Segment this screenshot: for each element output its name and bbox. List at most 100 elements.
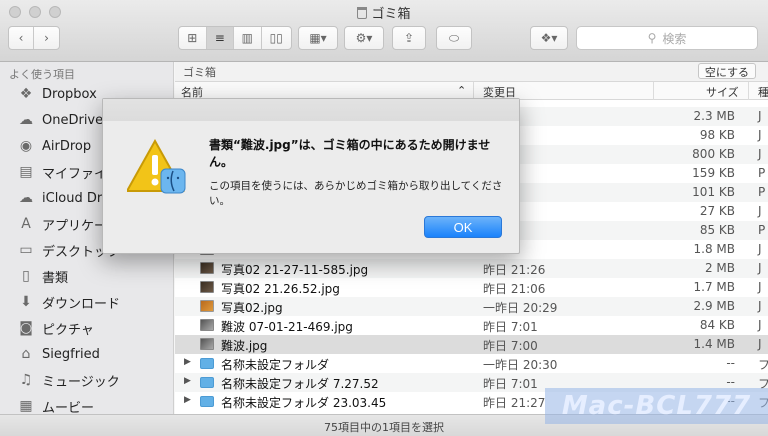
share-icon: ⇪: [403, 31, 415, 45]
documents-icon: ▯: [22, 268, 30, 284]
file-date: 昨日 21:06: [483, 282, 546, 296]
file-date: 昨日 21:27: [483, 396, 546, 410]
file-kind: J: [758, 204, 762, 218]
share-button[interactable]: ⇪: [392, 26, 426, 50]
file-size: 27 KB: [699, 204, 735, 218]
file-kind: J: [758, 109, 762, 123]
sidebar-item-label: ミュージック: [42, 374, 120, 390]
file-kind: J: [758, 261, 762, 275]
downloads-icon: ⬇: [20, 294, 32, 310]
table-row[interactable]: 写真02 21-27-11-585.jpg 昨日 21:26 2 MB J: [175, 259, 768, 278]
music-icon: ♫: [19, 372, 33, 388]
table-row[interactable]: 難波.jpg 昨日 7:00 1.4 MB J: [175, 335, 768, 354]
sidebar-item-label: ピクチャ: [42, 322, 94, 338]
all-files-icon: ▤: [19, 164, 33, 180]
file-kind: J: [758, 147, 762, 161]
file-date: 昨日 7:00: [483, 339, 538, 353]
grid-icon: ⊞: [187, 31, 198, 45]
column-divider[interactable]: [748, 82, 749, 100]
column-view-button[interactable]: ▥: [234, 27, 262, 49]
forward-button[interactable]: ›: [34, 27, 59, 49]
file-size: 2.3 MB: [693, 109, 735, 123]
sidebar-item-downloads[interactable]: ⬇ ダウンロード: [16, 291, 120, 313]
icloud-icon: ☁: [19, 190, 33, 206]
list-icon: ≡: [214, 31, 225, 45]
search-placeholder: 検索: [662, 31, 687, 46]
table-row[interactable]: 写真02 21.26.52.jpg 昨日 21:06 1.7 MB J: [175, 278, 768, 297]
sidebar-item-airdrop[interactable]: ◉ AirDrop: [16, 135, 91, 157]
watermark: Mac-BCL777: [545, 388, 768, 424]
airdrop-icon: ◉: [19, 138, 33, 154]
sidebar-item-label: AirDrop: [42, 138, 92, 154]
window-title: ゴミ箱: [371, 7, 411, 22]
file-kind: P: [758, 185, 766, 199]
file-name: 写真02.jpg: [221, 301, 283, 315]
file-size: 2 MB: [704, 261, 735, 275]
file-name: 名称未設定フォルダ: [221, 358, 330, 372]
file-name: 写真02 21.26.52.jpg: [221, 282, 340, 296]
tags-button[interactable]: ⬭: [436, 26, 472, 50]
back-button[interactable]: ‹: [9, 27, 35, 49]
window-title-area: ゴミ箱: [0, 3, 768, 22]
sidebar-item-movies[interactable]: ▦ ムービー: [16, 395, 94, 414]
search-icon: ⚲: [647, 31, 657, 45]
sidebar-item-documents[interactable]: ▯ 書類: [16, 265, 68, 287]
sidebar-item-onedrive[interactable]: ☁ OneDrive: [16, 109, 103, 131]
cover-flow-button[interactable]: ▯▯: [262, 27, 291, 49]
sidebar-item-label: ダウンロード: [42, 296, 121, 312]
file-size: 800 KB: [692, 147, 735, 161]
alert-title: 書類“難波.jpg”は、ゴミ箱の中にあるため開けません。: [209, 138, 491, 169]
alert-dialog: 書類“難波.jpg”は、ゴミ箱の中にあるため開けません。 この項目を使うには、あ…: [102, 98, 520, 254]
file-size: 2.9 MB: [693, 299, 735, 313]
disclosure-triangle-icon[interactable]: ▶: [184, 395, 191, 405]
action-button[interactable]: ⚙▾: [344, 26, 384, 50]
folder-icon: [200, 377, 214, 388]
file-date: 昨日 21:26: [483, 263, 546, 277]
file-size: --: [726, 356, 735, 370]
column-size[interactable]: サイズ: [706, 84, 739, 100]
file-name: 難波 07-01-21-469.jpg: [221, 320, 353, 334]
table-row[interactable]: ▶ 名称未設定フォルダ 一昨日 20:30 -- フ: [175, 354, 768, 373]
file-kind: フ: [758, 358, 768, 372]
column-kind[interactable]: 種: [758, 84, 768, 100]
chevron-right-icon: ›: [44, 31, 49, 45]
ok-button[interactable]: OK: [424, 216, 502, 238]
sidebar-item-pictures[interactable]: ◙ ピクチャ: [16, 317, 94, 339]
file-size: 84 KB: [699, 318, 735, 332]
table-row[interactable]: 難波 07-01-21-469.jpg 昨日 7:01 84 KB J: [175, 316, 768, 335]
file-date: 昨日 7:01: [483, 320, 538, 334]
sidebar-item-music[interactable]: ♫ ミュージック: [16, 369, 120, 391]
file-kind: J: [758, 242, 762, 256]
file-size: --: [726, 375, 735, 389]
file-kind: J: [758, 280, 762, 294]
empty-trash-button[interactable]: 空にする: [697, 63, 756, 79]
file-size: 85 KB: [699, 223, 735, 237]
icon-view-button[interactable]: ⊞: [179, 27, 207, 49]
disclosure-triangle-icon[interactable]: ▶: [184, 376, 191, 386]
sidebar-item-dropbox[interactable]: ❖ Dropbox: [16, 83, 97, 105]
cloud-icon: ☁: [19, 112, 33, 128]
sidebar-item-label: Dropbox: [42, 86, 97, 102]
sort-ascending-icon: ⌃: [457, 84, 467, 97]
dropbox-icon: ❖: [19, 86, 33, 102]
alert-message: この項目を使うには、あらかじめゴミ箱から取り出してください。: [209, 180, 503, 207]
navigation-buttons: ‹ ›: [8, 26, 60, 50]
finder-window: ゴミ箱 ‹ › ⊞ ≡ ▥ ▯▯ ▦▾ ⚙▾ ⇪ ⬭ ❖▾ ⚲ 検索 よく使う項…: [0, 0, 768, 436]
column-divider[interactable]: [653, 82, 654, 100]
image-file-icon: [200, 300, 214, 312]
file-size: 101 KB: [692, 185, 735, 199]
sidebar-item-home[interactable]: ⌂ Siegfried: [16, 343, 100, 365]
image-file-icon: [200, 319, 214, 331]
home-icon: ⌂: [21, 346, 31, 362]
search-field[interactable]: ⚲ 検索: [576, 26, 758, 50]
file-size: 1.8 MB: [693, 242, 735, 256]
dropbox-toolbar-button[interactable]: ❖▾: [530, 26, 568, 50]
file-kind: P: [758, 166, 766, 180]
arrange-button[interactable]: ▦▾: [298, 26, 338, 50]
warning-icon: [127, 139, 186, 194]
columns-icon: ▥: [241, 31, 253, 45]
disclosure-triangle-icon[interactable]: ▶: [184, 357, 191, 367]
table-row[interactable]: 写真02.jpg 一昨日 20:29 2.9 MB J: [175, 297, 768, 316]
list-view-button[interactable]: ≡: [206, 27, 235, 49]
file-size: 1.7 MB: [693, 280, 735, 294]
